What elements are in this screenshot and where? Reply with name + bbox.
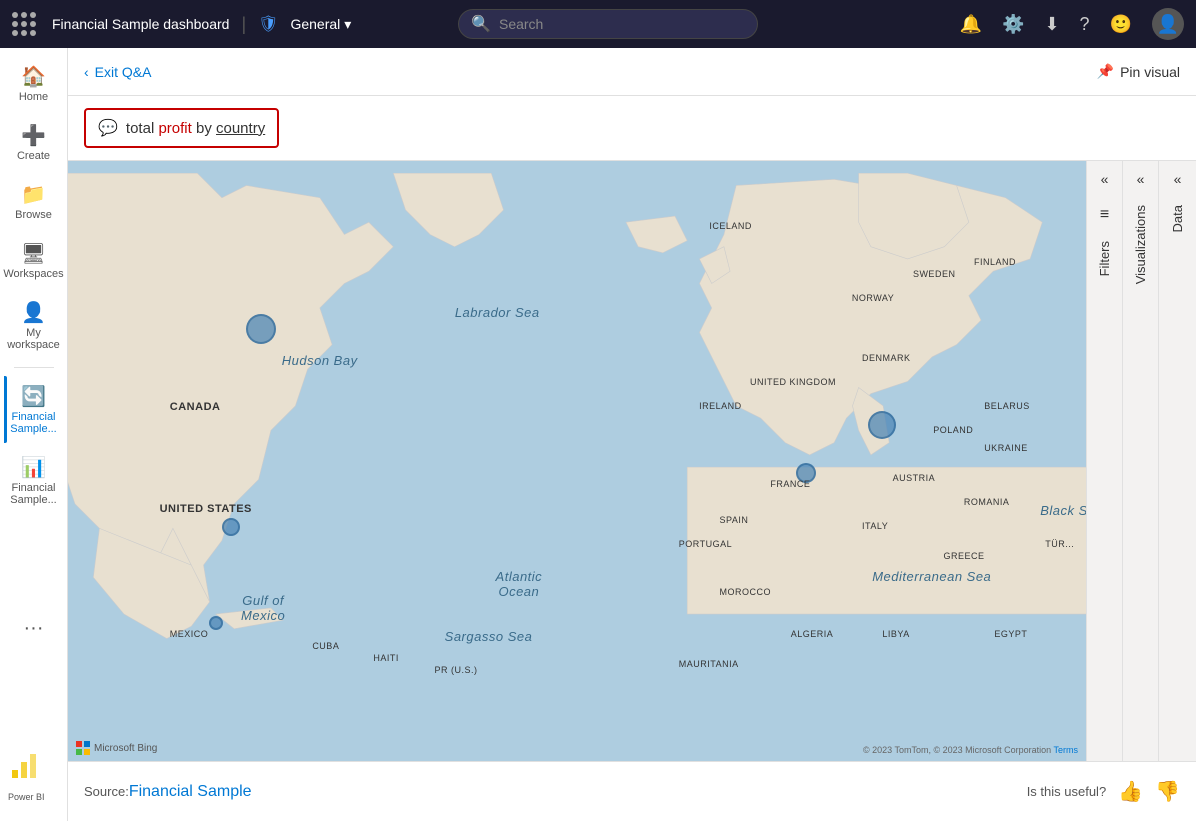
powerbii-logo-area: Power BI: [0, 742, 67, 813]
qna-bar: ‹ Exit Q&A 📌 Pin visual: [68, 48, 1196, 96]
sidebar-create-label: Create: [17, 150, 50, 162]
my-workspace-icon: 👤: [21, 300, 46, 325]
bing-logo-squares: [76, 741, 90, 755]
sidebar-item-create[interactable]: ➕ Create: [4, 115, 64, 170]
topbar-divider: |: [241, 14, 246, 35]
main-layout: 🏠 Home ➕ Create 📁 Browse 🖥 Workspaces 👤 …: [0, 48, 1196, 821]
sidebar: 🏠 Home ➕ Create 📁 Browse 🖥 Workspaces 👤 …: [0, 48, 68, 821]
sidebar-item-financial-1[interactable]: 🔄 Financial Sample...: [4, 376, 64, 443]
source-link[interactable]: Financial Sample: [129, 783, 252, 801]
apps-icon[interactable]: [12, 12, 36, 36]
query-box-area: 💬 total profit by country: [68, 96, 1196, 161]
sidebar-financial-2-label: Financial Sample...: [8, 482, 60, 506]
sidebar-item-browse[interactable]: 📁 Browse: [4, 174, 64, 229]
topbar: Financial Sample dashboard | 🛡 General ▾…: [0, 0, 1196, 48]
pin-icon: 📌: [1097, 63, 1114, 80]
financial-sample-icon-2: 📊: [21, 455, 46, 480]
exit-qna-label: Exit Q&A: [95, 64, 152, 80]
bottom-bar: Source: Financial Sample Is this useful?…: [68, 761, 1196, 821]
map-svg: [68, 161, 1086, 761]
sidebar-more[interactable]: ···: [4, 609, 64, 648]
data-panel: « Data: [1158, 161, 1196, 761]
sidebar-browse-label: Browse: [15, 209, 52, 221]
filters-panel: « ≡ Filters: [1086, 161, 1122, 761]
feedback-icon[interactable]: 🙂: [1110, 14, 1132, 35]
sidebar-workspaces-label: Workspaces: [3, 268, 63, 280]
bubble-mexico: [209, 616, 223, 630]
user-avatar[interactable]: 👤: [1152, 8, 1184, 40]
workspace-label: General: [290, 16, 340, 32]
create-icon: ➕: [21, 123, 46, 148]
filters-menu-button[interactable]: ≡: [1087, 197, 1123, 233]
data-collapse-button[interactable]: «: [1160, 161, 1196, 197]
sidebar-item-financial-2[interactable]: 📊 Financial Sample...: [4, 447, 64, 514]
useful-section: Is this useful? 👍 👎: [1027, 779, 1180, 804]
filters-collapse-button[interactable]: «: [1087, 161, 1123, 197]
download-icon[interactable]: ⬇: [1044, 14, 1059, 35]
help-icon[interactable]: ?: [1080, 14, 1090, 35]
source-prefix: Source:: [84, 784, 129, 799]
thumbs-up-button[interactable]: 👍: [1118, 779, 1143, 804]
settings-icon[interactable]: ⚙️: [1002, 14, 1024, 35]
query-highlight-profit: profit: [158, 120, 191, 137]
pin-visual-button[interactable]: 📌 Pin visual: [1097, 63, 1180, 80]
powerbi-icon: [8, 750, 40, 782]
app-title: Financial Sample dashboard: [52, 16, 229, 32]
sidebar-item-workspaces[interactable]: 🖥 Workspaces: [4, 233, 64, 288]
bubble-france: [796, 463, 816, 483]
content-area: ‹ Exit Q&A 📌 Pin visual 💬 total profit b…: [68, 48, 1196, 821]
home-icon: 🏠: [21, 64, 46, 89]
more-icon: ···: [24, 617, 44, 640]
copyright-text: © 2023 TomTom, © 2023 Microsoft Corporat…: [863, 745, 1054, 755]
browse-icon: 📁: [21, 182, 46, 207]
pin-visual-label: Pin visual: [1120, 64, 1180, 80]
back-icon: ‹: [84, 64, 89, 80]
sidebar-my-workspace-label: My workspace: [7, 327, 60, 351]
terms-link[interactable]: Terms: [1054, 745, 1079, 755]
search-input[interactable]: [499, 16, 745, 32]
bing-text: Microsoft Bing: [94, 743, 157, 754]
bubble-canada: [246, 314, 276, 344]
bubble-usa: [222, 518, 240, 536]
map-copyright: © 2023 TomTom, © 2023 Microsoft Corporat…: [863, 745, 1078, 755]
financial-sample-icon-1: 🔄: [21, 384, 46, 409]
visualizations-collapse-button[interactable]: «: [1123, 161, 1159, 197]
sidebar-financial-1-label: Financial Sample...: [8, 411, 60, 435]
visualizations-panel: « Visualizations: [1122, 161, 1158, 761]
map-panels: CANADA UNITED STATES MEXICO CUBA HAITI P…: [68, 161, 1196, 761]
query-text: total profit by country: [126, 120, 265, 137]
workspace-selector[interactable]: General ▾: [290, 16, 351, 33]
chevron-down-icon: ▾: [344, 16, 351, 33]
topbar-actions: 🔔 ⚙️ ⬇ ? 🙂 👤: [960, 8, 1184, 40]
sidebar-item-home[interactable]: 🏠 Home: [4, 56, 64, 111]
sidebar-separator: [14, 367, 54, 368]
map-container[interactable]: CANADA UNITED STATES MEXICO CUBA HAITI P…: [68, 161, 1086, 761]
exit-qna-button[interactable]: ‹ Exit Q&A: [84, 64, 151, 80]
bubble-germany: [868, 411, 896, 439]
thumbs-down-button[interactable]: 👎: [1155, 779, 1180, 804]
active-indicator: [4, 376, 7, 443]
workspaces-icon: 🖥: [21, 241, 46, 266]
data-label[interactable]: Data: [1170, 197, 1185, 240]
bell-icon[interactable]: 🔔: [960, 14, 982, 35]
search-icon: 🔍: [471, 14, 491, 34]
query-chat-icon: 💬: [98, 118, 118, 138]
query-box[interactable]: 💬 total profit by country: [84, 108, 279, 148]
search-bar[interactable]: 🔍: [458, 9, 758, 39]
sidebar-home-label: Home: [19, 91, 48, 103]
query-highlight-country: country: [216, 120, 265, 137]
bing-logo: Microsoft Bing: [76, 741, 157, 755]
visualizations-label[interactable]: Visualizations: [1133, 197, 1148, 292]
sidebar-item-my-workspace[interactable]: 👤 My workspace: [4, 292, 64, 359]
right-panels: « ≡ Filters « Visualizations « Data: [1086, 161, 1196, 761]
powerbi-label: Power BI: [8, 792, 45, 802]
user-icon: 👤: [1157, 14, 1179, 35]
useful-text: Is this useful?: [1027, 784, 1107, 799]
shield-icon: 🛡: [258, 14, 278, 34]
filters-label[interactable]: Filters: [1097, 233, 1112, 284]
